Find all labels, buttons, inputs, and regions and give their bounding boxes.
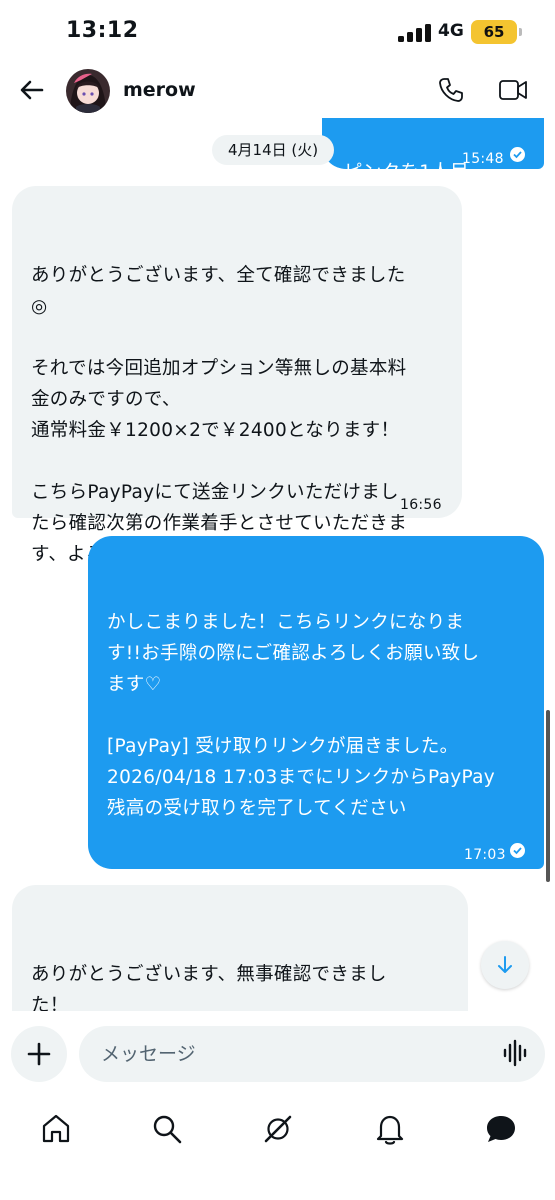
scrollbar[interactable] [546,710,550,882]
search-icon [153,1115,182,1144]
video-call-button[interactable] [497,75,529,105]
voice-waveform-icon [503,1039,527,1067]
message-text: ありがとうございます、全て確認できました ◎ それでは今回追加オプション等無しの… [31,265,408,565]
read-check-icon [510,147,525,162]
back-button[interactable] [16,74,48,106]
messages-icon [487,1116,515,1142]
cellular-signal-icon [398,24,432,42]
date-separator: 4月14日 (火) [212,135,335,165]
bottom-navigation [0,1095,555,1200]
nav-search[interactable] [149,1111,185,1147]
battery-tip [519,28,522,36]
video-camera-icon [499,80,527,100]
conversation-header: merow [0,62,555,118]
plus-icon [27,1042,51,1066]
arrow-down-icon [498,956,512,973]
voice-message-button[interactable] [503,1039,529,1067]
contact-name[interactable]: merow [123,79,196,101]
message-time: 17:03 [464,847,506,863]
phone-icon [439,78,463,102]
nav-grok[interactable] [260,1111,296,1147]
message-bubble-received[interactable]: ありがとうございます、全て確認できました ◎ それでは今回追加オプション等無しの… [12,186,462,565]
nav-messages[interactable] [483,1111,519,1147]
status-time: 13:12 [66,18,139,43]
message-time: 16:56 [400,497,442,513]
message-time: 15:48 [462,151,504,167]
message-list[interactable]: ピンクを1人目 ・白を２人目 15:48 4月14日 (火) ありがとうございま… [0,118,555,1011]
status-bar: 13:12 4G 65 [0,0,555,62]
message-input[interactable] [79,1026,545,1082]
message-bubble-sent[interactable]: かしこまりました！こちらリンクになりま す!!お手隙の際にご確認よろしくお願い致… [88,536,544,1005]
contact-avatar[interactable] [66,69,110,113]
message-text: かしこまりました！こちらリンクになりま す!!お手隙の際にご確認よろしくお願い致… [107,612,496,819]
nav-home[interactable] [38,1111,74,1147]
bell-icon [376,1115,404,1145]
message-bubble-sent[interactable]: ピンクを1人目 ・白を２人目 15:48 [322,118,544,271]
scroll-to-bottom-button[interactable] [481,941,529,989]
home-icon [42,1114,70,1143]
grok-icon [264,1115,292,1143]
back-arrow-icon [20,80,44,100]
battery-icon: 65 [471,20,517,44]
voice-call-button[interactable] [436,75,466,105]
read-check-icon [510,843,525,858]
network-type: 4G [438,21,464,41]
composer [0,1011,555,1095]
message-text: ありがとうございます、無事確認できまし た！ それでは本日より作業着手いたします… [31,964,387,1011]
message-bubble-received[interactable]: ありがとうございます、無事確認できまし た！ それでは本日より作業着手いたします… [12,885,468,1011]
nav-notifications[interactable] [372,1111,408,1147]
add-attachment-button[interactable] [11,1026,67,1082]
